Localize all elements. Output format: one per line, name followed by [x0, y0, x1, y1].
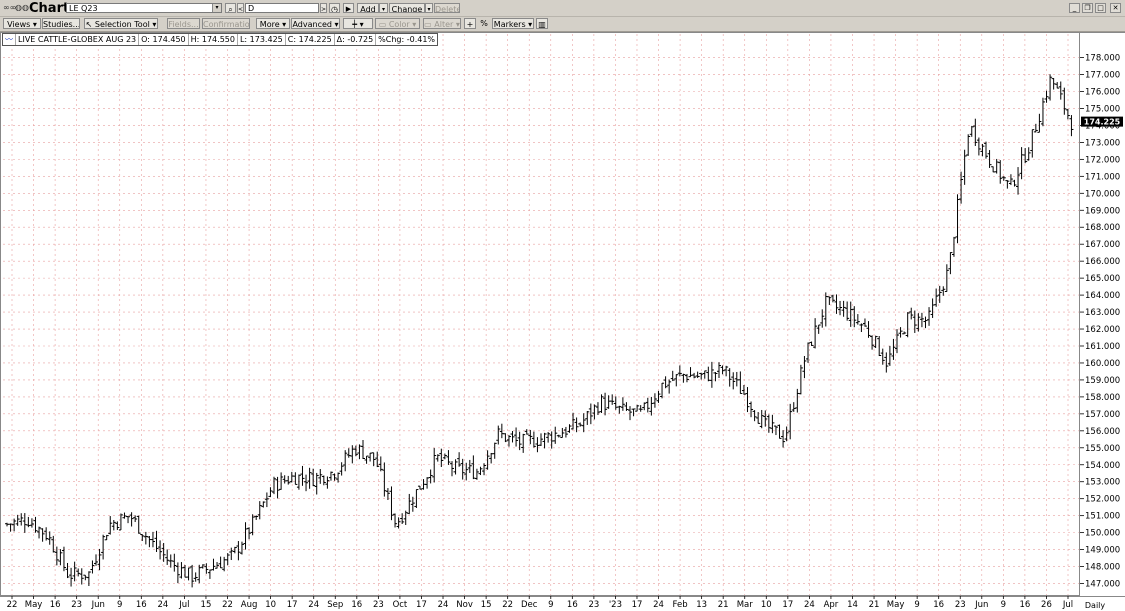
maximize-icon[interactable]: □	[1095, 3, 1106, 13]
bar-style-button[interactable]: ┿ ▾	[343, 18, 373, 29]
time-axis[interactable]	[0, 596, 1125, 611]
delete-button[interactable]: Delete	[434, 3, 460, 13]
crosshair-button[interactable]: +	[464, 18, 476, 29]
window-title: Chart	[29, 1, 70, 16]
interval-input[interactable]: D	[245, 3, 319, 13]
change-button[interactable]: Change	[389, 3, 425, 13]
cursor-icon: ↖	[85, 20, 93, 29]
clock-icon[interactable]: ◷	[329, 3, 340, 13]
search-icon[interactable]: ⌕	[225, 3, 236, 13]
trash-icon[interactable]: ▥	[536, 18, 548, 29]
color-button[interactable]: ▭ Color ▾	[375, 18, 420, 29]
legend-name: LIVE CATTLE-GLOBEX AUG 23	[15, 34, 138, 45]
plot-area[interactable]	[0, 32, 1080, 596]
fields-button[interactable]: Fields...	[167, 18, 200, 29]
price-axis[interactable]	[1080, 32, 1125, 596]
change-dropdown-icon[interactable]: ▾	[425, 3, 433, 13]
series-line-icon: 〰	[5, 35, 13, 44]
title-bar: ∞∞ ◍◍ Chart LE Q23 ▾ ⌕ < D > ◷ ▶ Add ▾ C…	[0, 0, 1125, 17]
add-dropdown-icon[interactable]: ▾	[379, 3, 388, 13]
markers-button[interactable]: Markers ▾	[492, 18, 534, 29]
interval-prev-icon[interactable]: <	[237, 3, 244, 13]
more-button[interactable]: More ▾	[256, 18, 290, 29]
percent-button[interactable]: %	[478, 18, 490, 29]
symbol-value: LE Q23	[69, 4, 98, 13]
chart-legend[interactable]: 〰 LIVE CATTLE-GLOBEX AUG 23 O: 174.450 H…	[2, 33, 439, 46]
interval-value: D	[248, 4, 255, 13]
add-button[interactable]: Add	[357, 3, 379, 13]
close-icon[interactable]: ✕	[1110, 3, 1121, 13]
legend-high: H: 174.550	[187, 34, 237, 45]
minimize-icon[interactable]: _	[1069, 3, 1080, 13]
studies-button[interactable]: Studies...	[42, 18, 80, 29]
symbol-dropdown-icon[interactable]: ▾	[212, 4, 221, 12]
legend-pct-change: %Chg: -0.41%	[375, 34, 437, 45]
confirmation-button[interactable]: Confirmation	[202, 18, 250, 29]
legend-delta: Δ: -0.725	[333, 34, 376, 45]
chart-window-icon[interactable]: ◍◍	[15, 3, 29, 12]
views-button[interactable]: Views ▾	[3, 18, 41, 29]
ohlc-bar-icon: ┿	[352, 20, 358, 29]
selection-tool-button[interactable]: ↖ Selection Tool ▾	[84, 18, 158, 29]
legend-open: O: 174.450	[138, 34, 187, 45]
legend-close: C: 174.225	[284, 34, 334, 45]
advanced-button[interactable]: Advanced ▾	[291, 18, 340, 29]
chart-toolbar: Views ▾ Studies... ↖ Selection Tool ▾ Fi…	[0, 17, 1125, 32]
symbol-input[interactable]: LE Q23 ▾	[66, 3, 222, 13]
alter-button[interactable]: ▭ Alter ▾	[423, 18, 461, 29]
play-icon[interactable]: ▶	[343, 3, 354, 13]
restore-icon[interactable]: ❐	[1082, 3, 1093, 13]
legend-low: L: 173.425	[236, 34, 285, 45]
interval-next-icon[interactable]: >	[320, 3, 327, 13]
